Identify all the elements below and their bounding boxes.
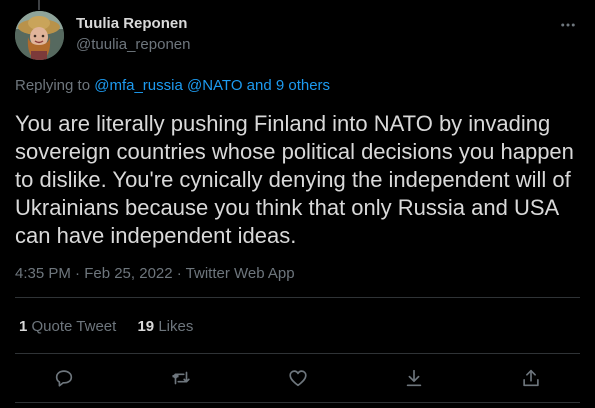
author-names: Tuulia Reponen @tuulia_reponen: [76, 15, 190, 54]
more-horizontal-icon: [561, 23, 575, 27]
retweet-button[interactable]: [167, 364, 195, 392]
quote-count: 1: [19, 318, 28, 335]
tweet-header: Tuulia Reponen @tuulia_reponen: [15, 11, 580, 61]
reply-context: Replying to @mfa_russia @NATO and 9 othe…: [15, 77, 330, 95]
like-label: Likes: [158, 318, 194, 335]
heart-icon: [288, 370, 307, 387]
reply-button[interactable]: [50, 364, 78, 392]
like-button[interactable]: [284, 364, 312, 392]
thread-connector-line: [38, 0, 40, 10]
tweet-detail: Tuulia Reponen @tuulia_reponen Replying …: [0, 0, 595, 408]
reply-mentions[interactable]: @mfa_russia @NATO and 9 others: [94, 77, 330, 94]
author-display-name[interactable]: Tuulia Reponen: [76, 15, 190, 33]
author-handle[interactable]: @tuulia_reponen: [76, 36, 190, 54]
likes-stat[interactable]: 19 Likes: [137, 318, 193, 336]
tweet-text: You are literally pushing Finland into N…: [15, 111, 574, 248]
avatar[interactable]: [15, 11, 64, 60]
reply-icon: [55, 370, 73, 387]
quote-tweets-stat[interactable]: 1 Quote Tweet: [19, 318, 116, 336]
like-count: 19: [137, 318, 155, 335]
share-button[interactable]: [517, 364, 545, 392]
download-icon: [407, 369, 422, 387]
share-icon: [523, 369, 539, 387]
quote-label: Quote Tweet: [31, 318, 117, 335]
divider: [15, 297, 580, 298]
reply-prefix: Replying to: [15, 77, 91, 94]
more-options-button[interactable]: [556, 13, 580, 37]
bookmark-button[interactable]: [400, 364, 428, 392]
tweet-timestamp[interactable]: 4:35 PM · Feb 25, 2022 · Twitter Web App: [15, 265, 295, 283]
tweet-actions: [50, 364, 545, 392]
divider: [15, 353, 580, 354]
divider: [15, 402, 580, 403]
retweet-icon: [172, 371, 190, 385]
tweet-stats: 1 Quote Tweet 19 Likes: [19, 318, 210, 336]
